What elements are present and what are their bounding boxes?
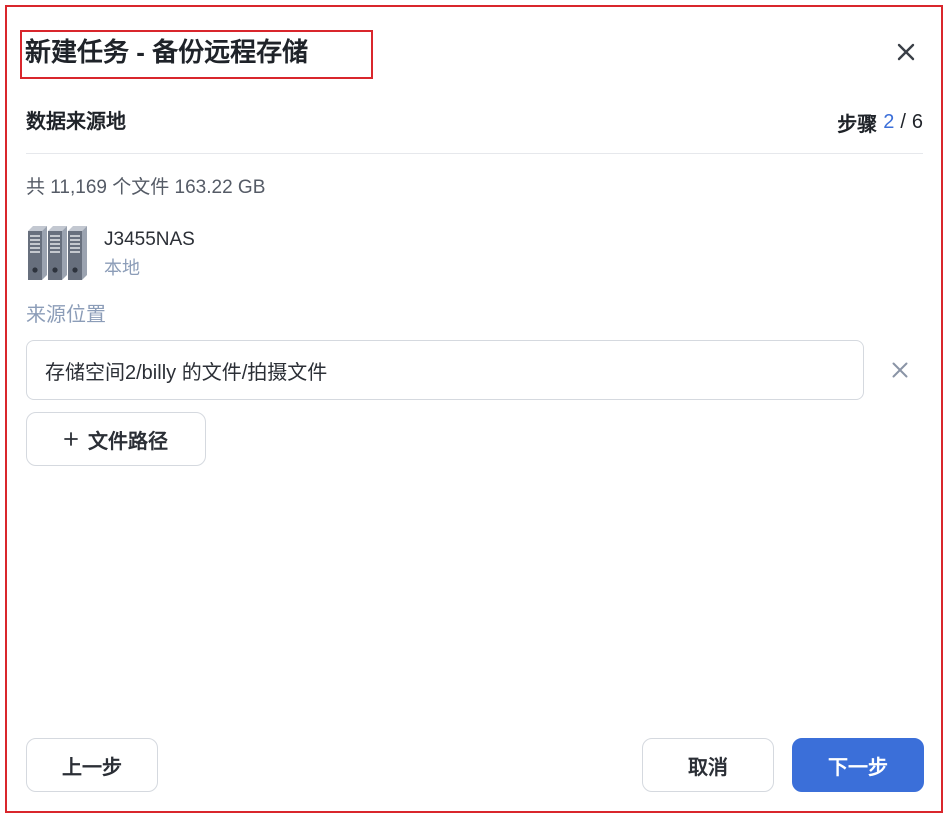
step-label: 步骤	[837, 113, 878, 136]
section-divider	[26, 153, 923, 154]
next-button[interactable]: 下一步	[792, 738, 924, 792]
remove-path-button[interactable]	[888, 358, 912, 382]
add-path-label: 文件路径	[88, 430, 168, 453]
close-icon	[897, 43, 915, 61]
step-indicator: 步骤 2 / 6	[837, 107, 923, 137]
step-total: 6	[911, 110, 923, 133]
back-button[interactable]: 上一步	[26, 738, 158, 792]
source-path-input[interactable]	[26, 340, 864, 400]
add-path-button[interactable]: 文件路径	[26, 412, 206, 466]
next-label: 下一步	[828, 756, 888, 779]
device-type: 本地	[104, 258, 140, 278]
source-location-label: 来源位置	[26, 304, 106, 326]
back-label: 上一步	[62, 756, 122, 779]
section-title: 数据来源地	[26, 111, 126, 133]
step-separator: /	[900, 110, 906, 133]
cancel-button[interactable]: 取消	[642, 738, 774, 792]
close-button[interactable]	[893, 39, 919, 65]
close-icon	[892, 362, 908, 378]
dialog-title: 新建任务 - 备份远程存储	[25, 37, 309, 67]
highlight-frame	[5, 5, 943, 813]
cancel-label: 取消	[688, 756, 728, 779]
nas-server-icon	[28, 226, 90, 280]
file-summary: 共 11,169 个文件 163.22 GB	[26, 177, 266, 198]
device-name: J3455NAS	[104, 229, 195, 250]
plus-icon	[64, 432, 78, 446]
step-current: 2	[883, 110, 895, 133]
